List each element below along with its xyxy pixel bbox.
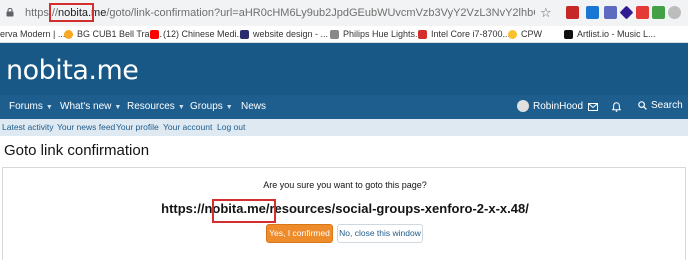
- extension-gray-icon[interactable]: [668, 6, 681, 19]
- inbox-icon[interactable]: [586, 100, 600, 114]
- bookmark-favicon-icon: [418, 29, 427, 39]
- nav-groups[interactable]: Groups ▼: [190, 101, 233, 112]
- close-window-button[interactable]: No, close this window: [337, 224, 423, 243]
- bookmark-item[interactable]: BG CUB1 Bell Tran...: [64, 29, 162, 39]
- bookmark-item[interactable]: Artlist.io - Music L...: [564, 29, 656, 39]
- lock-icon: [6, 8, 14, 17]
- google-icon: [508, 29, 517, 39]
- subnav-profile[interactable]: Your profile: [116, 122, 159, 132]
- subnav-news-feed[interactable]: Your news feed: [57, 122, 115, 132]
- bookmark-item[interactable]: CPW: [508, 29, 542, 39]
- address-bar[interactable]: https://nobita.me/goto/link-confirmation…: [25, 7, 535, 19]
- site-logo[interactable]: nobita.me: [6, 55, 139, 86]
- confirmation-block: Are you sure you want to goto this page?…: [2, 167, 686, 260]
- bookmarks-bar: erva Modern | ... BG CUB1 Bell Tran... (…: [0, 26, 688, 43]
- search-icon: [638, 101, 647, 110]
- ux-favicon-icon: [240, 29, 249, 39]
- confirmation-question: Are you sure you want to goto this page?: [263, 180, 427, 190]
- confirm-button[interactable]: Yes, I confirmed: [266, 224, 333, 243]
- browser-toolbar: https://nobita.me/goto/link-confirmation…: [0, 0, 688, 26]
- extension-icon[interactable]: [586, 6, 599, 19]
- username: RobinHood: [533, 100, 584, 112]
- bookmark-item[interactable]: Intel Core i7-8700...: [418, 29, 510, 39]
- bookmark-item[interactable]: erva Modern | ...: [0, 29, 65, 39]
- target-url: https://nobita.me/resources/social-group…: [161, 201, 529, 216]
- avatar: [517, 100, 529, 112]
- artlist-icon: [564, 29, 573, 39]
- extension-bookmark-icon[interactable]: [604, 6, 617, 19]
- search-button[interactable]: Search: [638, 100, 683, 111]
- subnav-log-out[interactable]: Log out: [217, 122, 245, 132]
- target-domain-highlight: [212, 199, 276, 223]
- nav-news[interactable]: News: [241, 101, 266, 112]
- nav-whats-new[interactable]: What's new ▼: [60, 101, 121, 112]
- extension-green-icon[interactable]: [652, 6, 665, 19]
- nav-forums[interactable]: Forums ▼: [9, 101, 53, 112]
- page-title: Goto link confirmation: [4, 142, 150, 159]
- search-label: Search: [651, 100, 683, 111]
- chevron-down-icon[interactable]: ▼: [178, 104, 185, 111]
- bell-icon[interactable]: [609, 100, 623, 114]
- bookmark-item[interactable]: website design - ...: [240, 29, 328, 39]
- user-menu[interactable]: RobinHood: [517, 100, 583, 112]
- extension-shield-icon[interactable]: [566, 6, 579, 19]
- url-domain-highlight: [49, 3, 94, 22]
- bookmark-favicon-icon: [64, 29, 73, 39]
- bookmark-favicon-icon: [330, 29, 339, 39]
- chevron-down-icon[interactable]: ▼: [46, 104, 53, 111]
- youtube-icon: [150, 29, 159, 39]
- subnav-account[interactable]: Your account: [163, 122, 212, 132]
- subnav-latest-activity[interactable]: Latest activity: [2, 122, 54, 132]
- url-path: /goto/link-confirmation?url=aHR0cHM6Ly9u…: [106, 7, 535, 19]
- extension-red-icon[interactable]: [636, 6, 649, 19]
- bookmark-item[interactable]: Philips Hue Lights...: [330, 29, 423, 39]
- chevron-down-icon[interactable]: ▼: [114, 104, 121, 111]
- site-header: nobita.me: [0, 43, 688, 95]
- bookmark-star-icon[interactable]: ☆: [540, 5, 552, 21]
- sub-nav: Latest activity Your news feed Your prof…: [0, 119, 688, 136]
- bookmark-item[interactable]: (12) Chinese Medi...: [150, 29, 244, 39]
- nav-resources[interactable]: Resources ▼: [127, 101, 185, 112]
- main-nav: Forums ▼ What's new ▼ Resources ▼ Groups ▼ N…: [0, 95, 688, 119]
- chevron-down-icon[interactable]: ▼: [226, 104, 233, 111]
- extension-diamond-icon[interactable]: [619, 5, 634, 20]
